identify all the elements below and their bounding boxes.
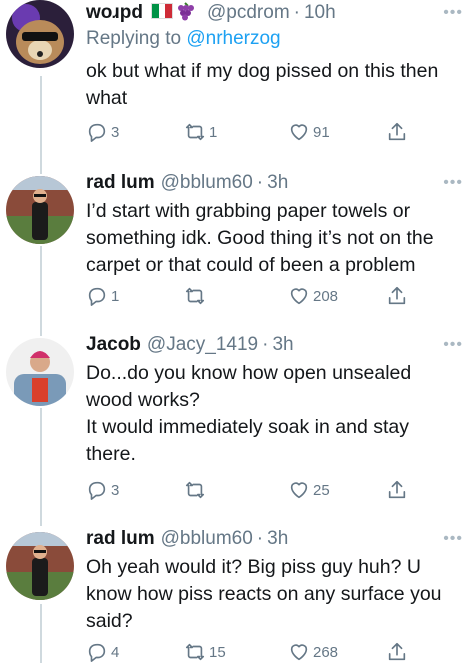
display-name[interactable]: Jacob [86,332,141,358]
reply-count: 3 [111,123,120,141]
retweet-icon [185,123,205,141]
reply-count: 3 [111,481,120,499]
display-name[interactable]: woɹpd [86,0,143,26]
tweet-text-line: there. [86,443,136,465]
retweet-button[interactable] [184,479,209,501]
share-button[interactable] [386,121,408,143]
tweet-text: Oh yeah would it? Big piss guy huh? U kn… [86,554,465,635]
handle[interactable]: @pcdrom [207,0,290,26]
heart-icon [290,124,308,141]
name-emojis [151,1,195,21]
display-name[interactable]: rad lum [86,526,155,552]
share-icon [388,480,406,499]
tweet-actions: 4 15 268 [86,640,426,664]
tweet-actions: 3 1 91 [86,120,426,144]
tweet-text-line: said? [86,610,133,632]
reply-to-mention[interactable]: @nrherzog [186,28,280,49]
tweet[interactable]: ••• rad lum @bblum60 · 3h Oh yeah would … [0,526,475,663]
display-name[interactable]: rad lum [86,170,155,196]
heart-icon [290,644,308,661]
like-count: 91 [313,123,330,141]
like-count: 208 [313,287,339,305]
avatar[interactable] [6,338,74,406]
tweet-text-line: something idk. Good thing it’s not on th… [86,227,434,249]
share-icon [388,642,406,661]
tweet-header: rad lum @bblum60 · 3h [86,170,465,196]
grapes-icon [178,2,194,21]
tweet-text-line: Oh yeah would it? Big piss guy huh? U [86,556,421,578]
reply-to-label: Replying to [86,28,182,49]
retweet-button[interactable] [184,285,209,307]
tweet-text-line: carpet or that could of been a problem [86,254,416,276]
tweet[interactable]: ••• rad lum @bblum60 · 3h I’d start with… [0,170,475,330]
italy-flag-icon [151,3,173,19]
avatar[interactable] [6,532,74,600]
share-icon [388,122,406,141]
retweet-icon [185,643,205,661]
like-button[interactable]: 208 [288,285,338,307]
tweet-header: woɹpd @pcdrom · 10h [86,0,465,26]
tweet-header: rad lum @bblum60 · 3h [86,526,465,552]
timestamp[interactable]: 3h [267,170,288,196]
separator: · [256,528,264,549]
reply-context: Replying to @nrherzog [86,26,465,52]
handle[interactable]: @bblum60 [161,526,253,552]
reply-icon [88,643,106,662]
share-button[interactable] [386,641,408,663]
heart-icon [290,288,308,305]
tweet[interactable]: ••• Jacob @Jacy_1419 · 3h Do...do you kn… [0,332,475,518]
retweet-count: 1 [209,123,218,141]
tweet-text: Do...do you know how open unsealed wood … [86,360,465,468]
tweet-text-line: It would immediately soak in and stay [86,416,409,438]
reply-icon [88,287,106,306]
like-button[interactable]: 91 [288,121,330,143]
handle[interactable]: @Jacy_1419 [147,332,258,358]
separator: · [262,334,269,355]
reply-count: 1 [111,287,120,305]
retweet-icon [185,481,205,499]
separator: · [256,172,264,193]
tweet-text-line: know how piss reacts on any surface you [86,583,442,605]
reply-icon [88,123,106,142]
tweet-text-line: I’d start with grabbing paper towels or [86,200,411,222]
tweet-text-line: Do...do you know how open unsealed [86,362,412,384]
tweet-thread: ••• woɹpd @pcdrom · 10h Replying to @nrh… [0,0,475,663]
handle[interactable]: @bblum60 [161,170,253,196]
avatar[interactable] [6,176,74,244]
retweet-button[interactable]: 1 [184,121,217,143]
timestamp[interactable]: 3h [272,332,293,358]
tweet-text-line: what [86,87,128,109]
tweet[interactable]: ••• woɹpd @pcdrom · 10h Replying to @nrh… [0,0,475,168]
separator: · [293,2,300,23]
share-button[interactable] [386,479,408,501]
like-count: 268 [313,643,339,661]
retweet-button[interactable]: 15 [184,641,226,663]
heart-icon [290,482,308,499]
reply-button[interactable]: 3 [86,479,119,501]
tweet-header: Jacob @Jacy_1419 · 3h [86,332,465,358]
tweet-actions: 3 25 [86,478,426,502]
tweet-text-line: ok but what if my dog pissed on this the… [86,60,439,82]
reply-button[interactable]: 4 [86,641,119,663]
avatar[interactable] [6,0,74,68]
reply-count: 4 [111,643,120,661]
retweet-icon [185,287,205,305]
tweet-text: ok but what if my dog pissed on this the… [86,58,465,112]
timestamp[interactable]: 3h [267,526,288,552]
tweet-text-line: wood works? [86,389,200,411]
reply-icon [88,481,106,500]
share-button[interactable] [386,285,408,307]
tweet-actions: 1 208 [86,284,426,308]
retweet-count: 15 [209,643,226,661]
tweet-text: I’d start with grabbing paper towels or … [86,198,465,279]
reply-button[interactable]: 1 [86,285,119,307]
like-button[interactable]: 25 [288,479,330,501]
reply-button[interactable]: 3 [86,121,119,143]
timestamp[interactable]: 10h [304,0,336,26]
share-icon [388,286,406,305]
like-button[interactable]: 268 [288,641,338,663]
like-count: 25 [313,481,330,499]
